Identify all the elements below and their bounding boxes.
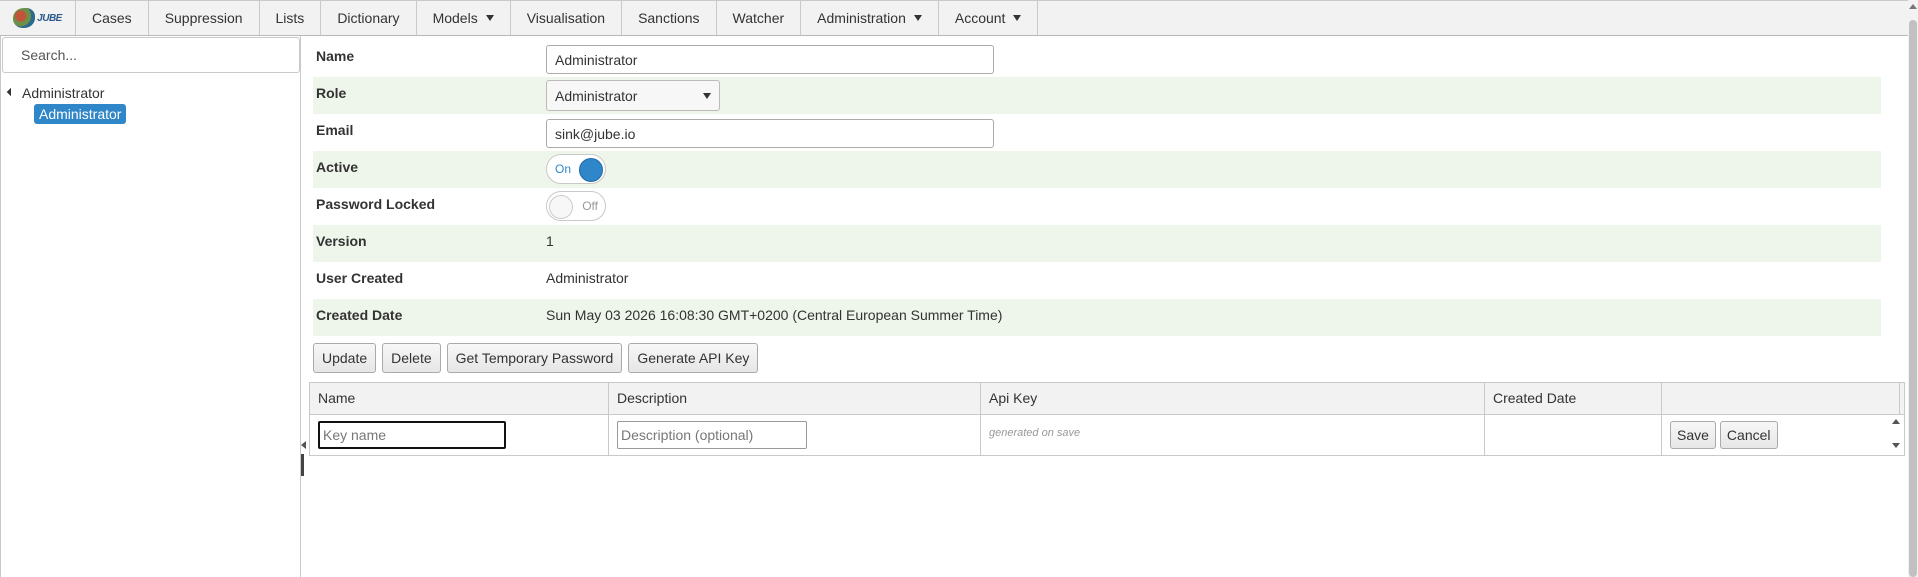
- splitter-grip-icon[interactable]: [301, 454, 304, 476]
- panel-splitter[interactable]: [301, 36, 307, 577]
- row-role: Role Administrator: [313, 77, 1881, 114]
- logo-icon: [13, 8, 36, 28]
- nav-lists[interactable]: Lists: [260, 1, 322, 35]
- password-locked-toggle-state: Off: [582, 199, 598, 213]
- row-created-date: Created Date Sun May 03 2026 16:08:30 GM…: [313, 299, 1881, 336]
- logo-text: JUBE: [37, 12, 62, 24]
- nav-label: Dictionary: [337, 10, 400, 26]
- toggle-knob: [549, 195, 573, 219]
- nav-visualisation[interactable]: Visualisation: [511, 1, 623, 35]
- active-toggle-state: On: [555, 162, 572, 176]
- created-date-label: Created Date: [316, 307, 403, 323]
- chevron-down-icon: [703, 92, 711, 99]
- name-label: Name: [316, 48, 355, 64]
- col-header-name[interactable]: Name: [310, 383, 609, 414]
- nav-suppression[interactable]: Suppression: [149, 1, 260, 35]
- chevron-down-icon: [1013, 15, 1022, 21]
- col-header-description[interactable]: Description: [609, 383, 981, 414]
- generate-api-key-button[interactable]: Generate API Key: [628, 343, 759, 373]
- nav-sanctions[interactable]: Sanctions: [622, 1, 717, 35]
- col-header-created-date[interactable]: Created Date: [1485, 383, 1662, 414]
- version-label: Version: [316, 233, 367, 249]
- chevron-down-icon: [485, 15, 494, 21]
- api-keys-grid: Name Description Api Key Created Date ge…: [309, 382, 1905, 456]
- chevron-down-icon: [913, 15, 922, 21]
- app-logo[interactable]: JUBE: [0, 1, 76, 35]
- nav-label: Visualisation: [526, 10, 606, 26]
- save-button[interactable]: Save: [1670, 421, 1716, 449]
- key-name-input[interactable]: [318, 421, 506, 449]
- user-tree: Administrator Administrator: [1, 82, 300, 126]
- role-select-value: Administrator: [555, 87, 638, 104]
- email-input[interactable]: [546, 119, 994, 148]
- page-scrollbar[interactable]: [1908, 0, 1918, 577]
- nav-label: Cases: [92, 10, 132, 26]
- tree-node-child[interactable]: Administrator: [1, 104, 300, 126]
- cell-created-date: [1485, 415, 1662, 455]
- tree-search-input[interactable]: [2, 37, 300, 73]
- row-email: Email: [313, 114, 1881, 151]
- cancel-button[interactable]: Cancel: [1719, 421, 1778, 449]
- user-created-value: Administrator: [546, 270, 629, 286]
- nav-label: Lists: [275, 10, 305, 26]
- key-description-input[interactable]: [617, 421, 807, 449]
- nav-label: Administration: [817, 10, 906, 26]
- nav-label: Sanctions: [638, 10, 700, 26]
- scrollbar-thumb[interactable]: [1909, 20, 1917, 577]
- collapse-arrow-icon[interactable]: [301, 441, 306, 449]
- user-tree-panel: Administrator Administrator: [0, 36, 301, 577]
- col-header-actions: [1662, 383, 1900, 414]
- password-locked-toggle[interactable]: Off: [546, 191, 606, 221]
- delete-button[interactable]: Delete: [382, 343, 441, 373]
- user-form: Name Role Administrator Email Active On …: [313, 40, 1881, 336]
- nav-label: Watcher: [732, 10, 785, 26]
- row-password-locked: Password Locked Off: [313, 188, 1881, 225]
- form-actions: Update Delete Get Temporary Password Gen…: [313, 343, 759, 373]
- user-created-label: User Created: [316, 270, 404, 286]
- role-label: Role: [316, 85, 347, 101]
- scroll-up-icon[interactable]: [1909, 4, 1917, 9]
- nav-cases[interactable]: Cases: [76, 1, 149, 35]
- version-value: 1: [546, 233, 554, 249]
- row-name: Name: [313, 40, 1881, 77]
- grid-header: Name Description Api Key Created Date: [310, 383, 1904, 415]
- nav-label: Models: [432, 10, 478, 26]
- created-date-value: Sun May 03 2026 16:08:30 GMT+0200 (Centr…: [546, 307, 1003, 323]
- tree-root-label[interactable]: Administrator: [22, 85, 104, 101]
- col-header-api-key[interactable]: Api Key: [981, 383, 1485, 414]
- row-user-created: User Created Administrator: [313, 262, 1881, 299]
- email-label: Email: [316, 122, 354, 138]
- password-locked-label: Password Locked: [316, 196, 436, 212]
- row-action-buttons: Save Cancel: [1670, 421, 1778, 449]
- nav-account[interactable]: Account: [939, 1, 1039, 35]
- role-select[interactable]: Administrator: [546, 80, 720, 111]
- scroll-up-icon[interactable]: [1892, 419, 1900, 424]
- cell-description: [609, 415, 981, 455]
- tree-expand-icon[interactable]: [6, 87, 16, 97]
- nav-label: Suppression: [164, 10, 243, 26]
- row-active: Active On: [313, 151, 1881, 188]
- update-button[interactable]: Update: [313, 343, 377, 373]
- nav-label: Account: [954, 10, 1006, 26]
- nav-watcher[interactable]: Watcher: [717, 1, 802, 35]
- cell-api-key: generated on save: [981, 415, 1485, 455]
- get-temporary-password-button[interactable]: Get Temporary Password: [446, 343, 623, 373]
- top-nav-bar: JUBE Cases Suppression Lists Dictionary …: [0, 0, 1908, 36]
- cell-name: [310, 415, 609, 455]
- name-input[interactable]: [546, 45, 994, 74]
- api-key-placeholder: generated on save: [989, 427, 1081, 439]
- grid-new-row: generated on save Save Cancel: [310, 415, 1904, 455]
- active-label: Active: [316, 159, 359, 175]
- active-toggle[interactable]: On: [546, 154, 606, 184]
- toggle-knob: [579, 158, 603, 182]
- tree-selected-user[interactable]: Administrator: [34, 104, 127, 124]
- nav-models[interactable]: Models: [417, 1, 511, 35]
- nav-dictionary[interactable]: Dictionary: [321, 1, 417, 35]
- row-version: Version 1: [313, 225, 1881, 262]
- nav-administration[interactable]: Administration: [801, 1, 939, 35]
- grid-scrollbar[interactable]: [1890, 417, 1902, 453]
- scroll-down-icon[interactable]: [1892, 443, 1900, 448]
- tree-node-root[interactable]: Administrator: [1, 82, 300, 104]
- cell-row-actions: Save Cancel: [1662, 415, 1900, 455]
